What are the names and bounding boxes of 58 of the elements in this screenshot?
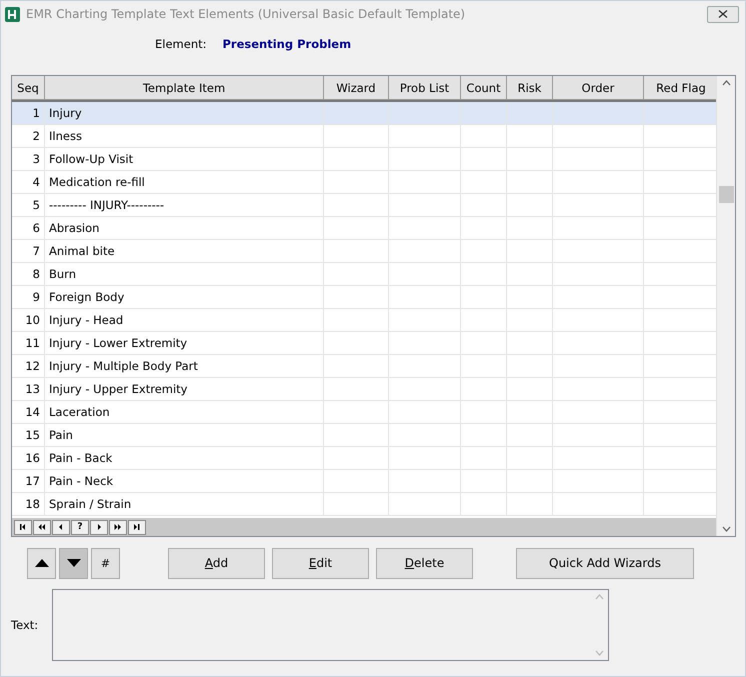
table-row[interactable]: 1 Injury [12,102,716,125]
move-down-button[interactable] [59,548,88,578]
renumber-button[interactable]: # [91,548,120,578]
edit-button[interactable]: Edit [272,548,369,578]
close-icon [718,10,728,18]
scroll-up-icon [595,594,604,600]
last-icon[interactable] [128,520,146,534]
next-icon[interactable] [90,520,108,534]
text-label: Text: [11,618,38,632]
close-button[interactable] [707,6,739,22]
vertical-scrollbar[interactable] [716,76,735,536]
quick-add-wizards-button[interactable]: Quick Add Wizards [516,548,694,578]
table-row[interactable]: 13 Injury - Upper Extremity [12,378,716,401]
table-row[interactable]: 11 Injury - Lower Extremity [12,332,716,355]
column-header[interactable]: Order [553,76,644,100]
table-row[interactable]: 8 Burn [12,263,716,286]
column-header[interactable]: Count [461,76,507,100]
scroll-down-icon [722,526,730,532]
column-header[interactable]: Red Flag [644,76,716,100]
table-row[interactable]: 5 --------- INJURY--------- [12,194,716,217]
element-label: Element: [155,37,206,53]
column-header[interactable]: Template Item [45,76,324,100]
element-value: Presenting Problem [222,37,352,53]
column-header[interactable]: Seq [12,76,45,100]
table-row[interactable]: 9 Foreign Body [12,286,716,309]
scroll-down-icon [595,650,604,656]
item-cell: Sprain / Strain [45,493,324,516]
column-header[interactable]: Wizard [324,76,389,100]
table-row[interactable]: 2 Ilness [12,125,716,148]
scroll-thumb[interactable] [718,186,734,203]
table-row[interactable]: 15 Pain [12,424,716,447]
prev-page-icon[interactable] [33,520,51,534]
move-up-button[interactable] [27,548,56,578]
table-row[interactable]: 10 Injury - Head [12,309,716,332]
table-row[interactable]: 12 Injury - Multiple Body Part [12,355,716,378]
window-title: EMR Charting Template Text Elements (Universal Basic Default Template) [26,7,466,21]
table-row[interactable]: 4 Medication re-fill [12,171,716,194]
column-header[interactable]: Risk [507,76,553,100]
app-logo-icon [5,6,20,22]
up-triangle-icon [34,559,48,567]
table-row[interactable]: 14 Laceration [12,401,716,424]
column-header[interactable]: Prob List [389,76,461,100]
table-row[interactable]: 18 Sprain / Strain [12,493,716,516]
add-button[interactable]: Add [168,548,265,578]
text-field[interactable] [52,589,610,661]
table-row[interactable]: 16 Pain - Back [12,447,716,470]
seq-cell: 18 [12,493,45,516]
prev-icon[interactable] [52,520,70,534]
table-row[interactable]: 7 Animal bite [12,240,716,263]
first-icon[interactable] [14,520,32,534]
table-row[interactable]: 17 Pain - Neck [12,470,716,493]
delete-button[interactable]: Delete [376,548,473,578]
scroll-up-icon [722,80,730,86]
next-page-icon[interactable] [109,520,127,534]
navigator-button[interactable]: ? [71,520,89,534]
down-triangle-icon [66,559,80,567]
table-row[interactable]: 3 Follow-Up Visit [12,148,716,171]
table-row[interactable]: 6 Abrasion [12,217,716,240]
